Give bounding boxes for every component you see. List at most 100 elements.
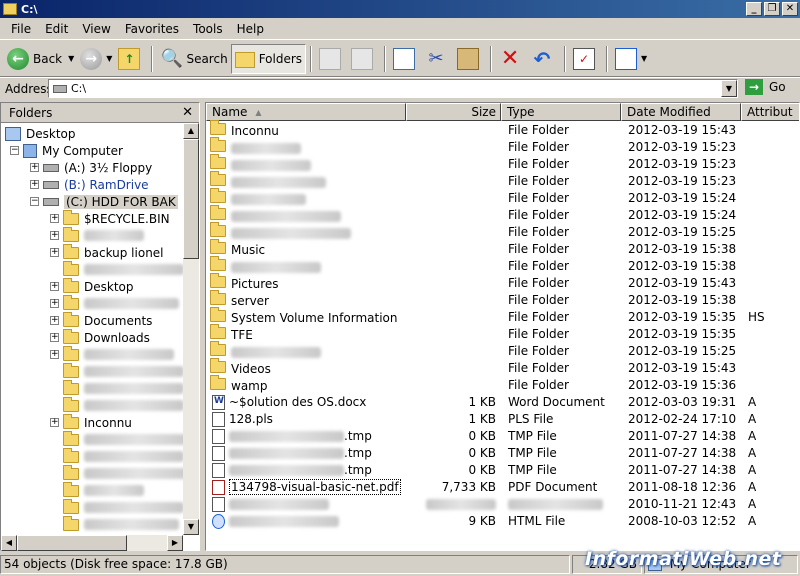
- undo-button[interactable]: ↶: [528, 44, 560, 74]
- menu-view[interactable]: View: [75, 22, 117, 36]
- file-row[interactable]: File Folder 2012-03-19 15:38: [206, 256, 799, 275]
- move-to-button[interactable]: [316, 44, 348, 74]
- tree-item[interactable]: [63, 362, 183, 380]
- scroll-thumb[interactable]: [183, 139, 199, 259]
- expand-icon[interactable]: +: [50, 316, 59, 325]
- column-header-attributes[interactable]: Attribut: [741, 103, 799, 121]
- file-row[interactable]: 128.pls 1 KB PLS File 2012-02-24 17:10 A: [206, 411, 799, 428]
- restore-button[interactable]: ❐: [764, 2, 780, 16]
- file-row[interactable]: 9 KB HTML File 2008-10-03 12:52 A: [206, 513, 799, 530]
- delete-button[interactable]: ✕: [496, 44, 528, 74]
- chevron-down-icon[interactable]: ▼: [641, 54, 647, 63]
- scroll-left-button[interactable]: ◀: [1, 535, 17, 551]
- up-button[interactable]: ↑: [115, 44, 147, 74]
- tree-item[interactable]: [63, 447, 183, 465]
- menu-file[interactable]: File: [4, 22, 38, 36]
- column-header-date[interactable]: Date Modified: [621, 103, 741, 121]
- chevron-down-icon[interactable]: ▼: [106, 54, 112, 63]
- expand-icon[interactable]: +: [50, 214, 59, 223]
- tree-item[interactable]: [63, 396, 183, 414]
- scroll-right-button[interactable]: ▶: [167, 535, 183, 551]
- tree-item[interactable]: [63, 515, 179, 533]
- back-button[interactable]: ← Back ▼: [4, 44, 77, 74]
- file-row[interactable]: server File Folder 2012-03-19 15:38: [206, 290, 799, 309]
- tree-item[interactable]: [63, 464, 183, 482]
- tree-item[interactable]: + Documents: [50, 311, 152, 329]
- tree-item[interactable]: [63, 430, 183, 448]
- file-row[interactable]: File Folder 2012-03-19 15:23: [206, 137, 799, 156]
- file-row[interactable]: Pictures File Folder 2012-03-19 15:43: [206, 273, 799, 292]
- expand-icon[interactable]: +: [50, 333, 59, 342]
- tree-item[interactable]: [63, 379, 183, 397]
- file-row[interactable]: File Folder 2012-03-19 15:25: [206, 222, 799, 241]
- tree-item[interactable]: +: [50, 345, 174, 363]
- file-row[interactable]: Videos File Folder 2012-03-19 15:43: [206, 358, 799, 377]
- expand-icon[interactable]: +: [50, 248, 59, 257]
- tree-item[interactable]: + (A:) 3½ Floppy: [30, 159, 152, 176]
- chevron-down-icon[interactable]: ▼: [68, 54, 74, 63]
- file-row[interactable]: .tmp 0 KB TMP File 2011-07-27 14:38 A: [206, 445, 799, 462]
- copy-to-button[interactable]: [348, 44, 380, 74]
- file-row[interactable]: TFE File Folder 2012-03-19 15:35: [206, 324, 799, 343]
- views-button[interactable]: ▼: [612, 44, 650, 74]
- column-header-size[interactable]: Size: [406, 103, 501, 121]
- collapse-icon[interactable]: −: [30, 197, 39, 206]
- tree-item[interactable]: − (C:) HDD FOR BAK: [30, 193, 178, 210]
- tree-item[interactable]: Desktop: [5, 125, 76, 142]
- file-row[interactable]: .tmp 0 KB TMP File 2011-07-27 14:38 A: [206, 428, 799, 445]
- tree-item[interactable]: + Inconnu: [50, 413, 132, 431]
- minimize-button[interactable]: _: [746, 2, 762, 16]
- expand-icon[interactable]: +: [50, 282, 59, 291]
- tree-item[interactable]: +: [50, 294, 179, 312]
- properties-button[interactable]: ✓: [570, 44, 602, 74]
- expand-icon[interactable]: +: [30, 163, 39, 172]
- file-row[interactable]: File Folder 2012-03-19 15:25: [206, 341, 799, 360]
- menu-favorites[interactable]: Favorites: [118, 22, 186, 36]
- paste-button[interactable]: [454, 44, 486, 74]
- file-row[interactable]: File Folder 2012-03-19 15:23: [206, 171, 799, 190]
- search-button[interactable]: 🔍 Search: [157, 44, 230, 74]
- tree-horizontal-scrollbar[interactable]: ◀ ▶: [1, 535, 183, 551]
- file-row[interactable]: ~$olution des OS.docx 1 KB Word Document 20…: [206, 394, 799, 411]
- expand-icon[interactable]: +: [50, 231, 59, 240]
- collapse-icon[interactable]: −: [10, 146, 19, 155]
- menu-edit[interactable]: Edit: [38, 22, 75, 36]
- tree-item[interactable]: − My Computer: [10, 142, 123, 159]
- column-header-name[interactable]: Name ▲: [206, 103, 406, 121]
- forward-button[interactable]: → ▼: [77, 44, 115, 74]
- tree-item[interactable]: [63, 481, 144, 499]
- copy-button[interactable]: [390, 44, 422, 74]
- tree-item[interactable]: + $RECYCLE.BIN: [50, 209, 170, 227]
- tree-item[interactable]: + Downloads: [50, 328, 150, 346]
- file-row[interactable]: File Folder 2012-03-19 15:24: [206, 205, 799, 224]
- tree-vertical-scrollbar[interactable]: ▲ ▼: [183, 123, 199, 535]
- expand-icon[interactable]: +: [50, 418, 59, 427]
- tree-item[interactable]: [63, 498, 183, 516]
- file-row[interactable]: wamp File Folder 2012-03-19 15:36: [206, 375, 799, 394]
- file-row[interactable]: .tmp 0 KB TMP File 2011-07-27 14:38 A: [206, 462, 799, 479]
- expand-icon[interactable]: +: [50, 350, 59, 359]
- folders-button[interactable]: Folders: [230, 43, 307, 74]
- tree-item[interactable]: + Desktop: [50, 277, 134, 295]
- close-button[interactable]: ✕: [782, 2, 798, 16]
- address-input[interactable]: C:\ ▼: [48, 79, 738, 98]
- file-row[interactable]: Inconnu File Folder 2012-03-19 15:43: [206, 120, 799, 139]
- menu-help[interactable]: Help: [230, 22, 271, 36]
- scroll-up-button[interactable]: ▲: [183, 123, 199, 139]
- scroll-down-button[interactable]: ▼: [183, 519, 199, 535]
- tree-item[interactable]: [63, 260, 183, 278]
- go-button[interactable]: → Go: [745, 79, 786, 95]
- file-row[interactable]: File Folder 2012-03-19 15:23: [206, 154, 799, 173]
- file-row[interactable]: Music File Folder 2012-03-19 15:38: [206, 239, 799, 258]
- file-row[interactable]: System Volume Information File Folder 2012…: [206, 307, 799, 326]
- expand-icon[interactable]: +: [30, 180, 39, 189]
- cut-button[interactable]: ✂: [422, 44, 454, 74]
- expand-icon[interactable]: +: [50, 299, 59, 308]
- file-row[interactable]: File Folder 2012-03-19 15:24: [206, 188, 799, 207]
- tree-item[interactable]: +: [50, 226, 144, 244]
- close-pane-icon[interactable]: ✕: [182, 105, 193, 120]
- address-dropdown-button[interactable]: ▼: [721, 80, 737, 97]
- scroll-thumb[interactable]: [17, 535, 127, 551]
- tree-item[interactable]: + backup lionel: [50, 243, 164, 261]
- menu-tools[interactable]: Tools: [186, 22, 230, 36]
